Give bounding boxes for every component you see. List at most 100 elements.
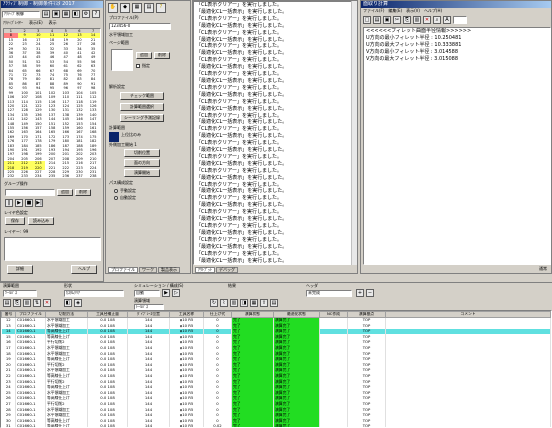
paste-row-icon[interactable]: ▥ bbox=[23, 299, 31, 307]
help-button[interactable]: ヘルプ bbox=[71, 265, 97, 274]
view-icon[interactable]: ◨ bbox=[240, 299, 248, 307]
page-check-label: 指定 bbox=[142, 63, 150, 68]
delete-row-icon[interactable]: ✕ bbox=[43, 299, 51, 307]
paste-icon[interactable]: ▥ bbox=[413, 16, 421, 24]
tab-work[interactable]: ワーク bbox=[139, 267, 157, 273]
pause-icon[interactable]: ‖ bbox=[5, 199, 13, 207]
folder-icon[interactable]: ▤ bbox=[42, 10, 50, 18]
shape-icon[interactable]: ◧ bbox=[64, 299, 72, 307]
close-icon[interactable]: ✕ bbox=[423, 16, 431, 24]
tab-debug[interactable]: デバッグ bbox=[216, 267, 238, 273]
log-scrollbar[interactable] bbox=[351, 1, 357, 265]
layer-cell[interactable]: 234 bbox=[31, 174, 45, 177]
page-check-box[interactable] bbox=[136, 64, 140, 69]
print-result-icon[interactable]: ▤ bbox=[270, 299, 278, 307]
layer-load-button[interactable]: 読み込み bbox=[28, 217, 54, 225]
open-icon[interactable]: ▤ bbox=[373, 16, 381, 24]
group-delete-button[interactable]: 削除 bbox=[75, 189, 91, 196]
result-menu-item[interactable]: ヘルプ(H) bbox=[424, 8, 442, 14]
layer-grid[interactable]: 1234567 8 9 10 11 12 13 14 15 16 17 18 19 20 21 22 23 24… bbox=[3, 28, 101, 178]
sim-play-icon[interactable]: ▶ bbox=[162, 289, 170, 297]
cut-icon[interactable]: ✂ bbox=[393, 16, 401, 24]
hand-icon[interactable]: ✋ bbox=[108, 3, 118, 13]
face-direction-button[interactable]: 面の方向 bbox=[124, 159, 160, 167]
toolpath-icon[interactable]: ⌇ bbox=[220, 299, 228, 307]
tab-output[interactable]: ｱｳﾄﾌﾟｯﾄ bbox=[195, 267, 215, 273]
auto-radio[interactable] bbox=[114, 196, 118, 201]
result-window-titlebar[interactable]: 面取り計算 bbox=[361, 1, 551, 8]
layer-cell[interactable]: 232 bbox=[4, 174, 18, 177]
profile-sub-label: 水平領域加工 bbox=[109, 32, 133, 37]
calc-range-button[interactable]: 計算範囲選択 bbox=[120, 103, 164, 111]
new-icon[interactable]: □ bbox=[363, 16, 371, 24]
group-select[interactable] bbox=[5, 189, 55, 196]
tool-path-dropdown[interactable]: ﾂｰﾙﾊﾟｽ bbox=[3, 290, 37, 297]
check-range-button[interactable]: チェック範囲 bbox=[120, 92, 164, 100]
layers-icon[interactable]: ◧ bbox=[72, 10, 80, 18]
question-icon[interactable]: ? bbox=[156, 3, 166, 13]
search-icon[interactable]: ⌕ bbox=[433, 16, 441, 24]
shape-view-icon[interactable]: ◈ bbox=[74, 299, 82, 307]
print-icon[interactable]: ▤ bbox=[144, 3, 154, 13]
refresh-icon[interactable]: ↻ bbox=[210, 299, 218, 307]
tab-profile[interactable]: プロファイル bbox=[108, 267, 138, 273]
result-menu-item[interactable]: 表示(V) bbox=[406, 8, 420, 14]
header-add-icon[interactable]: + bbox=[356, 289, 364, 297]
layer-cell[interactable]: 233 bbox=[18, 174, 32, 177]
save-icon[interactable]: ▣ bbox=[52, 10, 60, 18]
page-delete-button[interactable]: 削除 bbox=[154, 52, 170, 59]
font-icon[interactable]: A bbox=[443, 16, 451, 24]
sealing-record-button[interactable]: シーリング予測記録 bbox=[120, 114, 164, 122]
list-icon[interactable]: ▤ bbox=[3, 299, 11, 307]
layer-cell[interactable]: 238 bbox=[86, 174, 100, 177]
table-row[interactable]: 31 C01660-1 等高線仕上げ 0.0 108 144 φ10 R5 0.02 完了 演算… bbox=[1, 423, 551, 427]
layer-memo-field[interactable] bbox=[4, 237, 101, 261]
calc-region-label: 演算領域 bbox=[134, 298, 150, 303]
grid-view-icon[interactable]: ▦ bbox=[132, 3, 142, 13]
table-cell: 0.0 108 bbox=[87, 423, 128, 427]
layer-save-button[interactable]: 保存 bbox=[5, 217, 25, 225]
layer-cell[interactable]: 237 bbox=[73, 174, 87, 177]
help-icon[interactable]: ? bbox=[92, 10, 100, 18]
log-line: 「CL表示クリアー」を実行しました。 bbox=[196, 236, 282, 243]
calc-start-button[interactable]: 演算開始 bbox=[124, 169, 160, 177]
layer-cell[interactable]: 236 bbox=[59, 174, 73, 177]
move-icon[interactable]: ⇅ bbox=[33, 299, 41, 307]
profile-dropdown[interactable]: 123456-0 bbox=[109, 23, 171, 30]
save-file-icon[interactable]: ▣ bbox=[383, 16, 391, 24]
header-dropdown[interactable]: 未完成 bbox=[306, 290, 352, 297]
result-menu-item[interactable]: ファイル(F) bbox=[363, 8, 384, 14]
cut-position-button[interactable]: 切削位置 bbox=[124, 149, 160, 157]
column-header[interactable]: プロファイル bbox=[15, 311, 46, 318]
simulation-mode-dropdown[interactable]: 自動 bbox=[134, 290, 160, 297]
settings-icon[interactable]: ⚙ bbox=[82, 10, 90, 18]
result-menu-item[interactable]: 編集(E) bbox=[388, 8, 402, 14]
manual-radio[interactable] bbox=[114, 189, 118, 194]
grid-icon[interactable]: ▦ bbox=[62, 10, 70, 18]
group-add-button[interactable]: 追加 bbox=[57, 189, 73, 196]
layer-window-titlebar[interactable]: ｱｸﾃｨﾌﾞ制御 - 制御条件ﾏｽﾀ 2017 bbox=[1, 1, 103, 8]
tab-product[interactable]: 製品表示 bbox=[158, 267, 180, 273]
result-line: V方向の最小フィレット半径 : 3.014588 bbox=[366, 49, 459, 55]
active-control-dropdown[interactable]: ｱｸﾃｨﾌﾞ制御 bbox=[2, 10, 40, 18]
play-icon[interactable]: ▶ bbox=[15, 199, 23, 207]
layer-cell[interactable]: 235 bbox=[45, 174, 59, 177]
page-range-list[interactable] bbox=[111, 49, 133, 71]
copy-icon[interactable]: ⎘ bbox=[403, 16, 411, 24]
page-add-button[interactable]: 追加 bbox=[136, 52, 152, 59]
log-output[interactable]: 「CL表示クリアー」を実行しました。 「最適化CL一括表示」を実行しました。 「CL… bbox=[193, 1, 353, 265]
export-icon[interactable]: ⇪ bbox=[260, 299, 268, 307]
font-size-select[interactable] bbox=[453, 16, 467, 24]
stop-icon[interactable]: ■ bbox=[25, 199, 33, 207]
next-icon[interactable]: ▶| bbox=[35, 199, 43, 207]
result-text[interactable]: <<<<<<フィレット曲面半径情報>>>>>> U方向の最小フィレット半径 : 1… bbox=[363, 27, 551, 265]
operations-table[interactable]: 番号 プロファイル 切削方法 工具径補正量 ﾀﾞｲﾌﾟﾚｰｽ位置 工具名称 仕上げ代 演算状態… bbox=[0, 310, 552, 428]
sim-step-icon[interactable]: ▷ bbox=[172, 289, 180, 297]
custom-clear-dropdown[interactable]: ｶｽﾀﾑｸﾘｱ bbox=[64, 290, 124, 297]
bookmark-icon[interactable]: ◆ bbox=[120, 3, 130, 13]
layout-icon[interactable]: ▦ bbox=[250, 299, 258, 307]
chart-icon[interactable]: ▥ bbox=[230, 299, 238, 307]
copy-row-icon[interactable]: ⎘ bbox=[13, 299, 21, 307]
header-remove-icon[interactable]: − bbox=[366, 289, 374, 297]
detail-button[interactable]: 詳細 bbox=[7, 265, 33, 274]
